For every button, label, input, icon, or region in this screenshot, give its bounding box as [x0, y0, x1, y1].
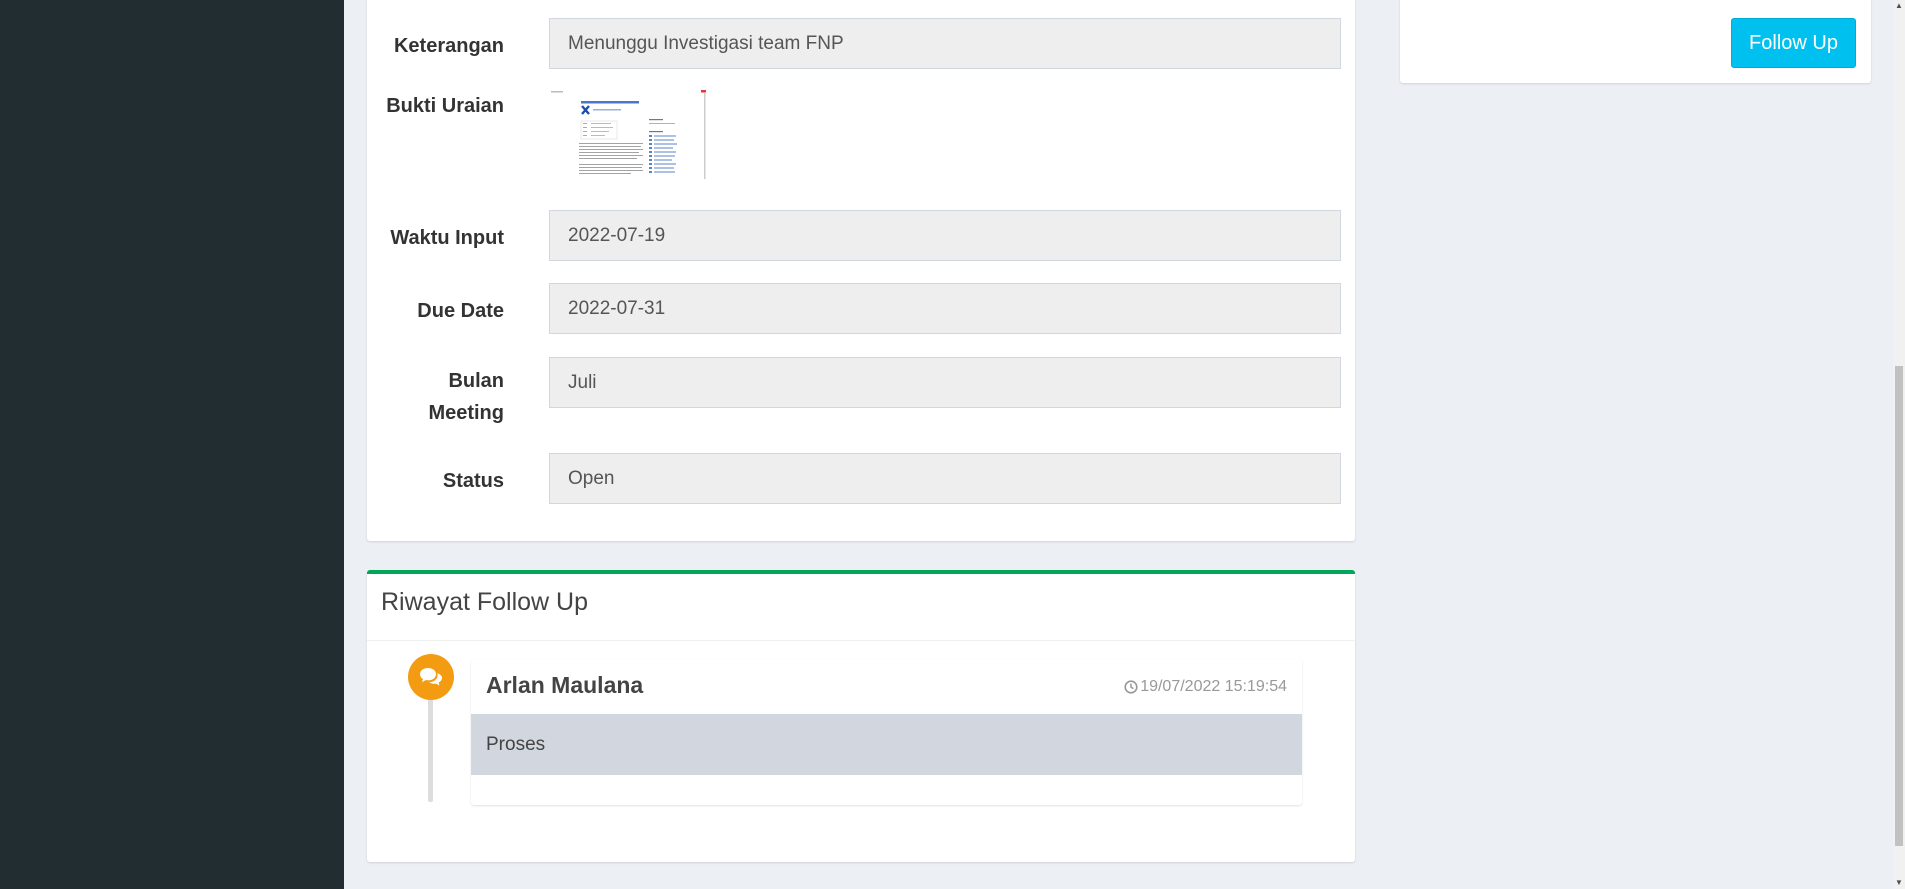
detail-card: Keterangan Menunggu Investigasi team FNP…: [367, 0, 1355, 541]
bulan-label-line1: Bulan: [448, 370, 504, 392]
scrollbar-thumb[interactable]: [1895, 366, 1903, 846]
history-divider: [367, 640, 1355, 641]
waktu-field[interactable]: 2022-07-19: [549, 210, 1341, 261]
timeline-time: 19/07/2022 15:19:54: [1124, 678, 1287, 696]
due-field[interactable]: 2022-07-31: [549, 283, 1341, 334]
waktu-label: Waktu Input: [390, 227, 504, 249]
timeline-item: Arlan Maulana 19/07/2022 15:19:54 Proses: [471, 659, 1302, 805]
keterangan-label: Keterangan: [393, 35, 504, 57]
comments-icon: [408, 654, 454, 700]
scroll-up-icon[interactable]: ▲: [1895, 2, 1903, 10]
history-title: Riwayat Follow Up: [381, 588, 589, 616]
bukti-uraian-thumbnail[interactable]: [549, 89, 707, 181]
status-field[interactable]: Open: [549, 453, 1341, 504]
timeline-body: Proses: [471, 714, 1302, 775]
bukti-label: Bukti Uraian: [386, 95, 504, 117]
follow-up-button[interactable]: Follow Up: [1731, 18, 1856, 68]
sidebar: [0, 0, 344, 889]
bulan-field[interactable]: Juli: [549, 357, 1341, 408]
timeline-time-text: 19/07/2022 15:19:54: [1140, 678, 1287, 695]
status-label: Status: [442, 470, 504, 492]
timeline-author: Arlan Maulana: [486, 672, 644, 698]
history-card: Riwayat Follow Up Arlan Maulana 19/07/20…: [367, 570, 1355, 862]
due-label: Due Date: [417, 300, 504, 322]
keterangan-field[interactable]: Menunggu Investigasi team FNP: [549, 18, 1341, 69]
bulan-label-line2: Meeting: [428, 402, 504, 424]
clock-icon: [1124, 680, 1138, 694]
scroll-down-icon[interactable]: ▼: [1895, 879, 1903, 887]
timeline-line: [428, 684, 433, 802]
